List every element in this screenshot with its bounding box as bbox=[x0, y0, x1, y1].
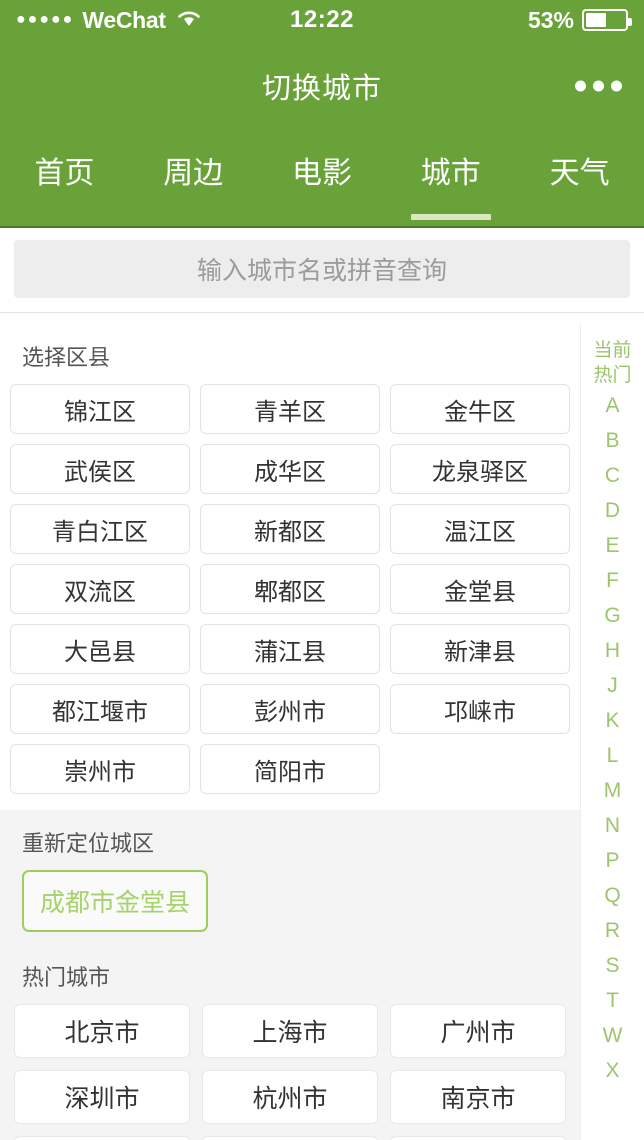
hot-city-item[interactable]: 深圳市 bbox=[14, 1070, 190, 1124]
battery-icon bbox=[582, 9, 632, 31]
district-item[interactable]: 双流区 bbox=[10, 564, 190, 614]
index-letter-当前[interactable]: 当前 bbox=[581, 338, 644, 363]
relocate-section: 重新定位城区 成都市金堂县 bbox=[0, 810, 580, 944]
index-letter-P[interactable]: P bbox=[581, 843, 644, 878]
tab-city-label: 城市 bbox=[420, 157, 481, 190]
index-letter-S[interactable]: S bbox=[581, 948, 644, 983]
district-section-title: 选择区县 bbox=[22, 345, 111, 370]
hot-city-item[interactable]: 北京市 bbox=[14, 1004, 190, 1058]
relocate-section-title: 重新定位城区 bbox=[22, 831, 155, 856]
district-item[interactable]: 邛崃市 bbox=[390, 684, 570, 734]
more-dots-icon[interactable] bbox=[575, 80, 622, 92]
index-letter-J[interactable]: J bbox=[581, 668, 644, 703]
index-letter-R[interactable]: R bbox=[581, 913, 644, 948]
index-letter-T[interactable]: T bbox=[581, 983, 644, 1018]
district-item[interactable]: 龙泉驿区 bbox=[390, 444, 570, 494]
district-item[interactable]: 金牛区 bbox=[390, 384, 570, 434]
hot-city-item[interactable]: 上海市 bbox=[202, 1004, 378, 1058]
alphabet-index-bar[interactable]: 当前 热门 A B C D E F G H J K L M N P Q R S T W X bbox=[580, 324, 644, 1140]
hot-cities-section-title: 热门城市 bbox=[22, 965, 111, 990]
city-list-content: 选择区县 锦江区 青羊区 金牛区武侯区 成华区 龙泉驿区青白江区 新都区 温江区双流区 郫都区… bbox=[0, 324, 580, 1140]
search-section: 输入城市名或拼音查询 bbox=[0, 228, 644, 313]
tab-weather[interactable]: 天气 bbox=[515, 132, 644, 226]
status-bar-left: ●●●●● WeChat bbox=[16, 7, 202, 34]
index-letter-E[interactable]: E bbox=[581, 528, 644, 563]
signal-strength-icon: ●●●●● bbox=[16, 11, 75, 28]
index-letter-热门[interactable]: 热门 bbox=[581, 363, 644, 388]
hot-cities-grid: 北京市上海市广州市深圳市杭州市南京市武汉市 天津市 西安市 bbox=[0, 1004, 580, 1140]
tab-nearby-label: 周边 bbox=[163, 157, 224, 190]
tab-movie[interactable]: 电影 bbox=[258, 132, 387, 226]
index-letter-N[interactable]: N bbox=[581, 808, 644, 843]
index-letter-D[interactable]: D bbox=[581, 493, 644, 528]
district-section: 选择区县 锦江区 青羊区 金牛区武侯区 成华区 龙泉驿区青白江区 新都区 温江区双流区 郫都区… bbox=[0, 324, 580, 794]
battery-percent-label: 53% bbox=[527, 6, 574, 33]
index-letter-B[interactable]: B bbox=[581, 423, 644, 458]
tab-movie-label: 电影 bbox=[291, 157, 352, 190]
grid-spacer bbox=[390, 744, 570, 794]
index-letter-X[interactable]: X bbox=[581, 1053, 644, 1088]
status-bar: ●●●●● WeChat 12:22 53% bbox=[0, 0, 644, 40]
page-title: 切换城市 bbox=[261, 73, 382, 105]
index-letter-L[interactable]: L bbox=[581, 738, 644, 773]
navigation-bar: 切换城市 bbox=[0, 40, 644, 132]
district-item[interactable]: 崇州市 bbox=[10, 744, 190, 794]
app-root: ●●●●● WeChat 12:22 53% 切换城市 首页 周边 电影 城市 … bbox=[0, 0, 644, 1140]
district-item[interactable]: 温江区 bbox=[390, 504, 570, 554]
search-placeholder: 输入城市名或拼音查询 bbox=[196, 257, 447, 285]
index-letter-C[interactable]: C bbox=[581, 458, 644, 493]
tab-weather-label: 天气 bbox=[549, 157, 610, 190]
tab-home[interactable]: 首页 bbox=[0, 132, 129, 226]
index-letter-H[interactable]: H bbox=[581, 633, 644, 668]
tab-bar: 首页 周边 电影 城市 天气 bbox=[0, 132, 644, 228]
district-item[interactable]: 青白江区 bbox=[10, 504, 190, 554]
hot-city-item[interactable]: 武汉市 bbox=[14, 1136, 190, 1140]
hot-city-item[interactable]: 杭州市 bbox=[202, 1070, 378, 1124]
hot-city-item[interactable]: 南京市 bbox=[390, 1070, 566, 1124]
district-item[interactable]: 蒲江县 bbox=[200, 624, 380, 674]
district-item[interactable]: 郫都区 bbox=[200, 564, 380, 614]
index-letter-W[interactable]: W bbox=[581, 1018, 644, 1053]
district-grid: 锦江区 青羊区 金牛区武侯区 成华区 龙泉驿区青白江区 新都区 温江区双流区 郫都区 金堂县大邑… bbox=[0, 384, 580, 794]
district-item[interactable]: 锦江区 bbox=[10, 384, 190, 434]
tab-city[interactable]: 城市 bbox=[386, 132, 515, 226]
district-item[interactable]: 新津县 bbox=[390, 624, 570, 674]
index-letter-F[interactable]: F bbox=[581, 563, 644, 598]
district-item[interactable]: 新都区 bbox=[200, 504, 380, 554]
index-letter-M[interactable]: M bbox=[581, 773, 644, 808]
tab-nearby[interactable]: 周边 bbox=[129, 132, 258, 226]
district-item[interactable]: 大邑县 bbox=[10, 624, 190, 674]
carrier-label: WeChat bbox=[82, 6, 166, 33]
district-item[interactable]: 都江堰市 bbox=[10, 684, 190, 734]
search-input[interactable]: 输入城市名或拼音查询 bbox=[14, 240, 630, 298]
hot-city-item[interactable]: 天津市 bbox=[202, 1136, 378, 1140]
index-letter-Q[interactable]: Q bbox=[581, 878, 644, 913]
hot-city-item[interactable]: 西安市 bbox=[390, 1136, 566, 1140]
district-item[interactable]: 青羊区 bbox=[200, 384, 380, 434]
hot-cities-section: 热门城市 北京市上海市广州市深圳市杭州市南京市武汉市 天津市 西安市 bbox=[0, 944, 580, 1140]
index-letter-G[interactable]: G bbox=[581, 598, 644, 633]
current-location-button[interactable]: 成都市金堂县 bbox=[22, 870, 209, 932]
wifi-icon bbox=[176, 7, 202, 34]
district-item[interactable]: 武侯区 bbox=[10, 444, 190, 494]
index-letter-A[interactable]: A bbox=[581, 388, 644, 423]
district-item[interactable]: 成华区 bbox=[200, 444, 380, 494]
hot-city-item[interactable]: 广州市 bbox=[390, 1004, 566, 1058]
district-item[interactable]: 金堂县 bbox=[390, 564, 570, 614]
status-bar-right: 53% bbox=[527, 6, 632, 34]
tab-home-label: 首页 bbox=[34, 157, 95, 190]
district-item[interactable]: 简阳市 bbox=[200, 744, 380, 794]
district-item[interactable]: 彭州市 bbox=[200, 684, 380, 734]
index-letter-K[interactable]: K bbox=[581, 703, 644, 738]
